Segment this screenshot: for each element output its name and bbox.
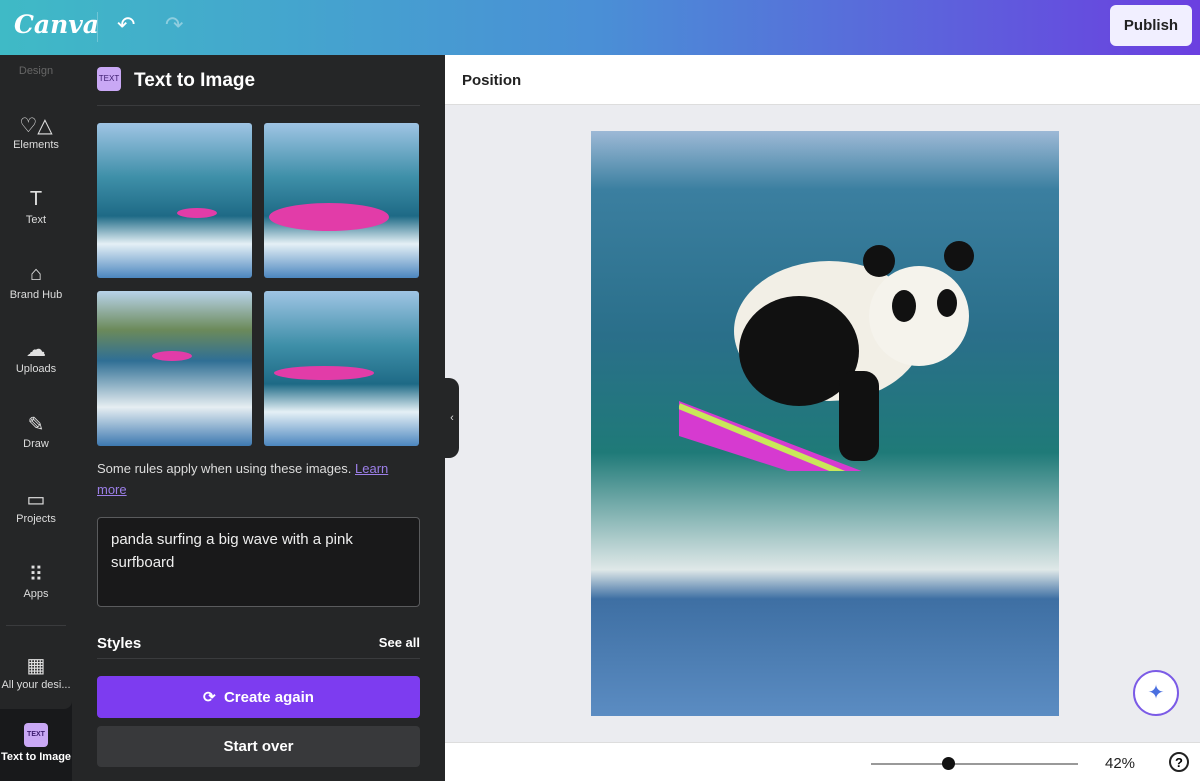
zoom-level[interactable]: 42% bbox=[1105, 755, 1135, 772]
side-rail: Design ♡△ Elements T Text ⌂ Brand Hub ☁ Uplo… bbox=[0, 55, 72, 781]
usage-rules-text: Some rules apply when using these images… bbox=[97, 458, 407, 500]
divider bbox=[97, 12, 98, 42]
design-canvas-image[interactable] bbox=[591, 131, 1059, 716]
designs-grid-icon: ▦ bbox=[26, 655, 46, 677]
collapse-panel-handle[interactable]: ‹ bbox=[445, 378, 459, 458]
position-button[interactable]: Position bbox=[462, 72, 521, 89]
rail-label: Text to Image bbox=[0, 751, 72, 763]
rail-item-uploads[interactable]: ☁ Uploads bbox=[0, 337, 72, 375]
rail-label: All your desi... bbox=[1, 679, 71, 691]
magic-sparkle-button[interactable]: ✦ bbox=[1133, 670, 1179, 716]
rail-label: Design bbox=[18, 65, 54, 77]
see-all-link[interactable]: See all bbox=[379, 635, 420, 650]
rail-item-brand-hub[interactable]: ⌂ Brand Hub bbox=[0, 263, 72, 301]
elements-icon: ♡△ bbox=[19, 115, 53, 137]
zoom-slider[interactable] bbox=[871, 763, 1078, 765]
refresh-icon: ⟳ bbox=[203, 689, 216, 706]
folder-icon: ▭ bbox=[26, 489, 46, 511]
rail-label: Uploads bbox=[15, 363, 57, 375]
rail-item-elements[interactable]: ♡△ Elements bbox=[0, 113, 72, 151]
rail-label: Brand Hub bbox=[9, 289, 63, 301]
text-to-image-icon: TEXT bbox=[24, 723, 48, 747]
pen-icon: ✎ bbox=[27, 414, 45, 436]
context-toolbar: Position bbox=[445, 55, 1200, 105]
panel-title: Text to Image bbox=[134, 70, 256, 91]
rail-item-projects[interactable]: ▭ Projects bbox=[0, 487, 72, 525]
generated-image-3[interactable] bbox=[97, 291, 252, 446]
divider bbox=[97, 658, 420, 659]
rail-group bbox=[0, 55, 72, 709]
rail-item-apps[interactable]: ⠿ Apps bbox=[0, 562, 72, 600]
top-bar: Canva ↶ ↷ Publish bbox=[0, 0, 1200, 55]
rail-label: Projects bbox=[16, 513, 56, 525]
text-icon: T bbox=[29, 188, 43, 210]
rail-label: Elements bbox=[13, 139, 59, 151]
create-again-label: Create again bbox=[223, 689, 314, 706]
start-over-button[interactable]: Start over bbox=[97, 726, 420, 767]
rail-label: Text bbox=[25, 214, 47, 226]
rail-item-text-to-image[interactable]: TEXT Text to Image bbox=[0, 723, 72, 763]
upload-cloud-icon: ☁ bbox=[26, 339, 46, 361]
zoom-slider-handle[interactable] bbox=[942, 757, 955, 770]
text-to-image-app-icon: TEXT bbox=[97, 67, 121, 91]
generated-image-2[interactable] bbox=[264, 123, 419, 278]
help-button[interactable]: ? bbox=[1169, 752, 1189, 772]
chevron-left-icon: ‹ bbox=[450, 412, 454, 424]
panda-surfing-image bbox=[679, 241, 974, 471]
apps-grid-icon: ⠿ bbox=[28, 564, 44, 586]
publish-button[interactable]: Publish bbox=[1110, 5, 1192, 46]
bottom-bar: 42% ? bbox=[445, 742, 1200, 781]
generated-image-1[interactable] bbox=[97, 123, 252, 278]
styles-heading: Styles bbox=[97, 635, 142, 652]
rail-item-design[interactable]: Design bbox=[0, 65, 72, 77]
rail-item-all-designs[interactable]: ▦ All your desi... bbox=[0, 653, 72, 691]
prompt-input[interactable]: panda surfing a big wave with a pink sur… bbox=[97, 517, 420, 607]
rail-divider bbox=[6, 625, 66, 626]
text-to-image-panel: TEXT Text to Image Some rules apply when… bbox=[72, 55, 445, 781]
generated-image-4[interactable] bbox=[264, 291, 419, 446]
rules-text: Some rules apply when using these images… bbox=[97, 461, 352, 476]
canva-logo[interactable]: Canva bbox=[14, 10, 99, 39]
rail-item-draw[interactable]: ✎ Draw bbox=[0, 412, 72, 450]
create-again-button[interactable]: ⟳ Create again bbox=[97, 676, 420, 718]
rail-item-text[interactable]: T Text bbox=[0, 188, 72, 226]
brand-hub-icon: ⌂ bbox=[29, 263, 43, 285]
sparkle-icon: ✦ bbox=[1147, 682, 1165, 704]
redo-icon[interactable]: ↷ bbox=[165, 12, 183, 38]
undo-icon[interactable]: ↶ bbox=[117, 12, 135, 38]
rail-label: Draw bbox=[23, 438, 49, 450]
rail-label: Apps bbox=[23, 588, 49, 600]
divider bbox=[97, 105, 420, 106]
